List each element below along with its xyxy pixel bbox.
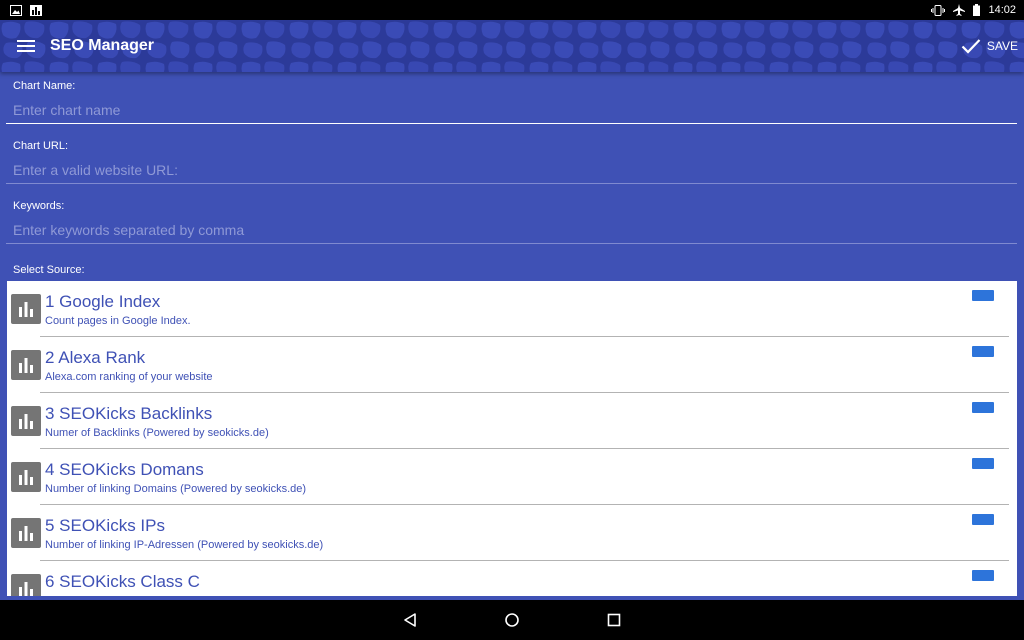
airplane-icon bbox=[953, 4, 966, 16]
list-item[interactable]: 4 SEOKicks Domans Number of linking Doma… bbox=[7, 449, 1017, 505]
source-description: Count pages in Google Index. bbox=[45, 315, 191, 327]
list-item[interactable]: 3 SEOKicks Backlinks Numer of Backlinks … bbox=[7, 393, 1017, 449]
back-icon bbox=[404, 613, 416, 627]
source-toggle[interactable] bbox=[972, 514, 994, 525]
source-name: 4 SEOKicks Domans bbox=[45, 460, 204, 479]
source-list: 1 Google Index Count pages in Google Ind… bbox=[7, 281, 1017, 596]
keywords-input[interactable] bbox=[6, 216, 1017, 244]
keywords-field: Keywords: bbox=[0, 192, 1024, 252]
menu-button[interactable] bbox=[2, 20, 50, 72]
status-bar: 14:02 bbox=[0, 0, 1024, 20]
source-name: 5 SEOKicks IPs bbox=[45, 516, 165, 535]
battery-icon bbox=[973, 4, 981, 16]
bar-chart-icon bbox=[11, 462, 41, 492]
source-name: 3 SEOKicks Backlinks bbox=[45, 404, 213, 423]
source-toggle[interactable] bbox=[972, 458, 994, 469]
back-button[interactable] bbox=[400, 610, 420, 630]
save-label: SAVE bbox=[986, 39, 1018, 53]
source-name: 2 Alexa Rank bbox=[45, 348, 146, 367]
chart-form: Chart Name: Chart URL: Keywords: Select … bbox=[0, 72, 1024, 276]
select-source-label: Select Source: bbox=[13, 264, 85, 276]
bar-chart-icon bbox=[11, 518, 41, 548]
nav-bar bbox=[0, 600, 1024, 640]
image-icon bbox=[10, 4, 22, 16]
list-item[interactable]: 1 Google Index Count pages in Google Ind… bbox=[7, 281, 1017, 337]
source-description: Alexa.com ranking of your website bbox=[45, 371, 213, 383]
source-name: 6 SEOKicks Class C bbox=[45, 572, 200, 591]
list-item[interactable]: 6 SEOKicks Class C bbox=[7, 561, 1017, 596]
home-button[interactable] bbox=[502, 610, 522, 630]
home-icon bbox=[505, 613, 519, 627]
list-item[interactable]: 2 Alexa Rank Alexa.com ranking of your w… bbox=[7, 337, 1017, 393]
save-button[interactable]: SAVE bbox=[961, 20, 1018, 72]
chart-name-input[interactable] bbox=[6, 96, 1017, 124]
chart-icon bbox=[30, 4, 42, 16]
chart-name-label: Chart Name: bbox=[13, 80, 76, 92]
bar-chart-icon bbox=[11, 350, 41, 380]
keywords-label: Keywords: bbox=[13, 200, 65, 212]
chart-url-label: Chart URL: bbox=[13, 140, 69, 152]
bar-chart-icon bbox=[11, 294, 41, 324]
page-title: SEO Manager bbox=[50, 37, 155, 54]
chart-name-field: Chart Name: bbox=[0, 72, 1024, 132]
bar-chart-icon bbox=[11, 574, 41, 596]
vibrate-icon bbox=[931, 4, 946, 16]
recents-icon bbox=[607, 613, 621, 627]
source-description: Number of linking Domains (Powered by se… bbox=[45, 483, 307, 495]
menu-icon bbox=[17, 40, 35, 52]
app-toolbar: SEO Manager SAVE bbox=[0, 20, 1024, 72]
recents-button[interactable] bbox=[604, 610, 624, 630]
check-icon bbox=[961, 39, 981, 54]
source-name: 1 Google Index bbox=[45, 292, 161, 311]
chart-url-input[interactable] bbox=[6, 156, 1017, 184]
chart-url-field: Chart URL: bbox=[0, 132, 1024, 192]
source-toggle[interactable] bbox=[972, 290, 994, 301]
list-item[interactable]: 5 SEOKicks IPs Number of linking IP-Adre… bbox=[7, 505, 1017, 561]
source-description: Numer of Backlinks (Powered by seokicks.… bbox=[45, 427, 269, 439]
status-time: 14:02 bbox=[988, 4, 1016, 16]
source-toggle[interactable] bbox=[972, 402, 994, 413]
source-toggle[interactable] bbox=[972, 346, 994, 357]
source-toggle[interactable] bbox=[972, 570, 994, 581]
bar-chart-icon bbox=[11, 406, 41, 436]
source-description: Number of linking IP-Adressen (Powered b… bbox=[45, 539, 324, 551]
